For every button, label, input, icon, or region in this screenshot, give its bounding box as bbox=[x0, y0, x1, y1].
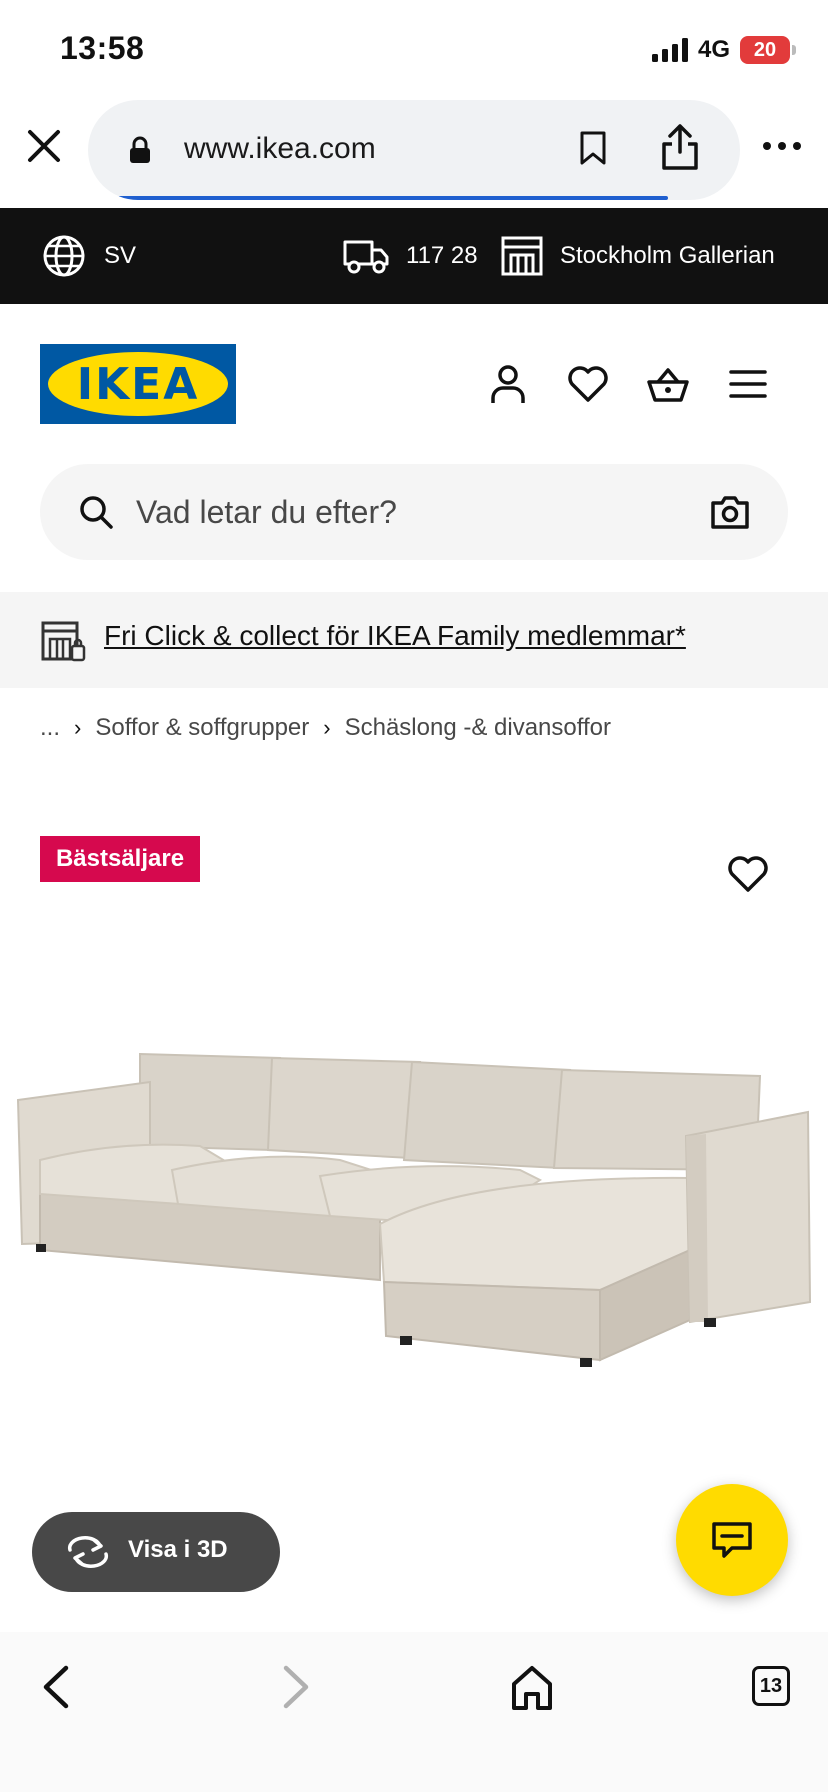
tabs-counter-button[interactable]: 13 bbox=[752, 1666, 790, 1706]
network-type: 4G bbox=[698, 36, 731, 63]
back-arrow-icon[interactable] bbox=[36, 1662, 80, 1712]
status-bar: 13:58 4G 20 bbox=[0, 0, 828, 96]
breadcrumb-separator-icon: › bbox=[74, 715, 82, 740]
view-in-3d-button[interactable]: Visa i 3D bbox=[32, 1512, 280, 1592]
more-options-icon[interactable] bbox=[762, 140, 802, 152]
search-input[interactable]: Vad letar du efter? bbox=[136, 494, 397, 531]
lock-icon bbox=[130, 136, 150, 163]
search-icon bbox=[80, 496, 113, 529]
postal-code[interactable]: 117 28 bbox=[406, 242, 478, 270]
breadcrumb-separator-icon: › bbox=[323, 715, 331, 740]
close-icon[interactable] bbox=[24, 126, 64, 166]
breadcrumb-ellipsis[interactable]: ... bbox=[40, 714, 60, 742]
favorite-heart-icon[interactable] bbox=[726, 852, 770, 896]
share-icon[interactable] bbox=[660, 122, 700, 172]
menu-hamburger-icon[interactable] bbox=[726, 362, 770, 406]
search-box[interactable]: Vad letar du efter? bbox=[40, 464, 788, 560]
home-icon[interactable] bbox=[510, 1662, 554, 1712]
camera-search-icon[interactable] bbox=[710, 494, 750, 530]
favorites-heart-icon[interactable] bbox=[566, 362, 610, 406]
bestseller-badge: Bästsäljare bbox=[40, 836, 200, 882]
globe-icon[interactable] bbox=[42, 234, 86, 278]
browser-bottom-nav: 13 bbox=[0, 1632, 828, 1792]
breadcrumb-item-sofas[interactable]: Soffor & soffgrupper bbox=[95, 714, 309, 742]
store-name[interactable]: Stockholm Gallerian bbox=[560, 242, 775, 270]
delivery-truck-icon[interactable] bbox=[342, 236, 390, 276]
promo-link[interactable]: Fri Click & collect för IKEA Family medl… bbox=[104, 620, 686, 652]
bookmark-icon[interactable] bbox=[578, 130, 608, 166]
rotate-3d-icon bbox=[67, 1536, 109, 1568]
logo-wordmark: IKEA bbox=[76, 358, 200, 410]
profile-icon[interactable] bbox=[486, 362, 530, 406]
language-selector[interactable]: SV bbox=[104, 242, 136, 270]
chat-bubble-icon bbox=[712, 1522, 752, 1558]
top-info-strip: SV 117 28 Stockholm Gallerian bbox=[0, 208, 828, 304]
forward-arrow-icon[interactable] bbox=[272, 1662, 316, 1712]
ikea-logo[interactable]: IKEA bbox=[40, 344, 236, 424]
chat-button[interactable] bbox=[676, 1484, 788, 1596]
shopping-basket-icon[interactable] bbox=[646, 362, 690, 406]
page-load-progress bbox=[118, 196, 668, 200]
view-in-3d-label: Visa i 3D bbox=[128, 1536, 228, 1563]
url-text: www.ikea.com bbox=[184, 132, 376, 165]
breadcrumb: ... › Soffor & soffgrupper › Schäslong -… bbox=[40, 714, 611, 742]
address-bar[interactable]: www.ikea.com bbox=[88, 100, 740, 200]
product-image-sofa[interactable] bbox=[0, 1000, 828, 1460]
breadcrumb-item-chaise-sofas[interactable]: Schäslong -& divansoffor bbox=[345, 714, 611, 742]
signal-strength-icon bbox=[652, 38, 688, 62]
promo-banner[interactable]: Fri Click & collect för IKEA Family medl… bbox=[0, 592, 828, 688]
browser-toolbar: www.ikea.com bbox=[0, 96, 828, 208]
status-time: 13:58 bbox=[60, 30, 145, 66]
click-collect-store-icon bbox=[41, 621, 86, 662]
store-icon[interactable] bbox=[500, 234, 544, 278]
battery-cap bbox=[792, 45, 796, 55]
battery-indicator: 20 bbox=[740, 36, 790, 64]
